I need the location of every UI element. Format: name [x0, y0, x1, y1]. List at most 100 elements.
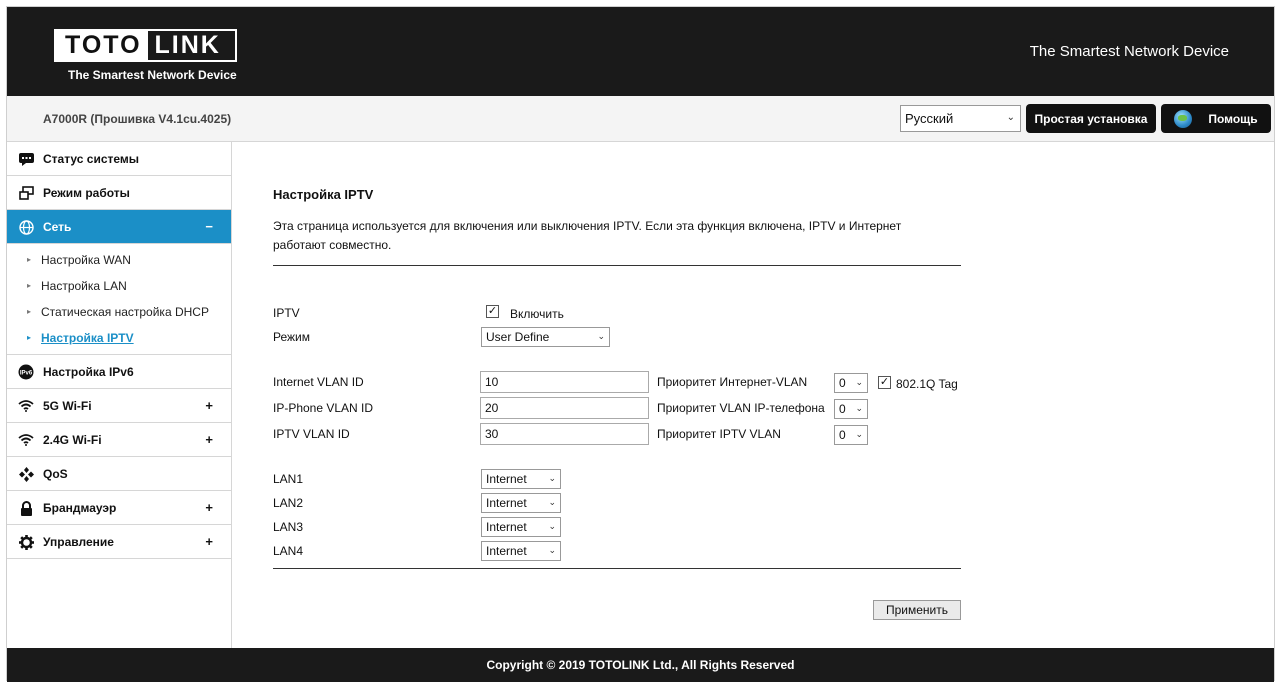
sidebar-item-label: Брандмауэр: [43, 500, 117, 515]
internet-vlan-label: Internet VLAN ID: [273, 375, 364, 389]
divider: [273, 568, 961, 569]
sidebar-item-label: Сеть: [43, 219, 72, 234]
sidebar-item-label: 5G Wi-Fi: [43, 398, 92, 413]
language-value: Русский: [905, 111, 954, 126]
help-label: Помощь: [1208, 111, 1258, 126]
ipphone-vlan-input[interactable]: [480, 397, 649, 419]
mode-icon: [18, 186, 34, 200]
iptv-vlan-priority-label: Приоритет IPTV VLAN: [657, 427, 781, 441]
sub-header: A7000R (Прошивка V4.1cu.4025) Русский ⌄ …: [7, 96, 1274, 142]
iptv-label: IPTV: [273, 306, 300, 320]
iptv-vlan-priority-select[interactable]: 0 ⌄: [834, 425, 868, 445]
sidebar-subitem-iptv[interactable]: Настройка IPTV: [7, 325, 231, 351]
chevron-down-icon: ⌄: [548, 473, 556, 483]
chevron-down-icon: ⌄: [855, 429, 863, 439]
chevron-down-icon: ⌄: [597, 331, 605, 341]
priority-value: 0: [839, 376, 846, 390]
lan-value: Internet: [486, 496, 527, 510]
chevron-down-icon: ⌄: [855, 403, 863, 413]
network-submenu: Настройка WAN Настройка LAN Статическая …: [7, 244, 231, 355]
sidebar-subitem-lan[interactable]: Настройка LAN: [7, 273, 231, 299]
device-model: A7000R (Прошивка V4.1cu.4025): [43, 112, 232, 126]
status-icon: [18, 152, 34, 166]
internet-vlan-input[interactable]: [480, 371, 649, 393]
chevron-down-icon: ⌄: [548, 497, 556, 507]
mode-value: User Define: [486, 330, 550, 344]
iptv-vlan-input[interactable]: [480, 423, 649, 445]
logo-text-left: TOTO: [56, 31, 148, 60]
chevron-down-icon: ⌄: [855, 377, 863, 387]
lan-value: Internet: [486, 472, 527, 486]
lan2-label: LAN2: [273, 496, 304, 510]
sidebar-item-label: Статус системы: [43, 151, 140, 166]
wifi-icon: [18, 433, 34, 447]
header-slogan: The Smartest Network Device: [1029, 43, 1229, 60]
expand-icon[interactable]: +: [205, 432, 213, 447]
wifi-icon: [18, 399, 34, 413]
sidebar-item-label: Настройка IPv6: [43, 364, 134, 379]
copyright-text: Copyright © 2019 TOTOLINK Ltd., All Righ…: [486, 658, 795, 672]
priority-value: 0: [839, 428, 846, 442]
lan1-select[interactable]: Internet ⌄: [481, 469, 561, 489]
sidebar-item-24g-wifi[interactable]: 2.4G Wi-Fi +: [7, 423, 231, 457]
lan4-select[interactable]: Internet ⌄: [481, 541, 561, 561]
collapse-icon[interactable]: −: [205, 219, 213, 234]
ipphone-vlan-priority-select[interactable]: 0 ⌄: [834, 399, 868, 419]
globe-icon: [18, 219, 34, 235]
quick-setup-button[interactable]: Простая установка: [1026, 104, 1156, 133]
help-globe-icon: [1174, 109, 1193, 128]
mode-label: Режим: [273, 330, 310, 344]
page-description: Эта страница используется для включения …: [273, 219, 902, 252]
apply-button[interactable]: Применить: [873, 600, 961, 620]
lan3-select[interactable]: Internet ⌄: [481, 517, 561, 537]
sidebar-item-qos[interactable]: QoS: [7, 457, 231, 491]
chevron-down-icon: ⌄: [1006, 112, 1015, 123]
divider: [273, 265, 961, 266]
svg-text:IPv6: IPv6: [20, 371, 33, 377]
lan-value: Internet: [486, 544, 527, 558]
qos-icon: [18, 466, 34, 482]
footer: Copyright © 2019 TOTOLINK Ltd., All Righ…: [7, 648, 1274, 682]
language-select[interactable]: Русский ⌄: [900, 105, 1021, 132]
gear-icon: [18, 534, 34, 550]
page-title: Настройка IPTV: [273, 187, 374, 202]
ipphone-vlan-label: IP-Phone VLAN ID: [273, 401, 374, 415]
help-button[interactable]: Помощь: [1161, 104, 1271, 133]
expand-icon[interactable]: +: [205, 500, 213, 515]
sidebar-item-label: Управление: [43, 534, 114, 549]
tag-8021q-checkbox[interactable]: ✓: [878, 376, 891, 389]
sidebar-subitem-dhcp[interactable]: Статическая настройка DHCP: [7, 299, 231, 325]
internet-vlan-priority-select[interactable]: 0 ⌄: [834, 373, 868, 393]
main-content: Настройка IPTV Эта страница используется…: [273, 142, 963, 648]
sidebar-subitem-wan[interactable]: Настройка WAN: [7, 247, 231, 273]
sidebar-item-firewall[interactable]: Брандмауэр +: [7, 491, 231, 525]
sidebar-item-5g-wifi[interactable]: 5G Wi-Fi +: [7, 389, 231, 423]
iptv-vlan-label: IPTV VLAN ID: [273, 427, 350, 441]
sidebar-item-system-status[interactable]: Статус системы: [7, 142, 231, 176]
tag-8021q-label: 802.1Q Tag: [896, 377, 958, 391]
lan2-select[interactable]: Internet ⌄: [481, 493, 561, 513]
expand-icon[interactable]: +: [205, 398, 213, 413]
lan1-label: LAN1: [273, 472, 304, 486]
lock-icon: [18, 500, 34, 516]
chevron-down-icon: ⌄: [548, 521, 556, 531]
app-frame: TOTO LINK The Smartest Network Device Th…: [6, 6, 1275, 682]
lan3-label: LAN3: [273, 520, 304, 534]
sidebar-item-network[interactable]: Сеть −: [7, 210, 231, 244]
ipphone-vlan-priority-label: Приоритет VLAN IP-телефона: [657, 401, 825, 415]
chevron-down-icon: ⌄: [548, 545, 556, 555]
ipv6-icon: IPv6: [18, 364, 34, 380]
mode-select[interactable]: User Define ⌄: [481, 327, 610, 347]
enable-label: Включить: [510, 307, 564, 321]
sidebar-item-operation-mode[interactable]: Режим работы: [7, 176, 231, 210]
totolink-logo[interactable]: TOTO LINK The Smartest Network Device: [54, 29, 237, 82]
iptv-enable-checkbox[interactable]: ✓: [486, 305, 499, 318]
sidebar-item-label: Режим работы: [43, 185, 130, 200]
sidebar: Статус системы Режим работы Сеть − Настр…: [7, 142, 232, 648]
sidebar-item-label: 2.4G Wi-Fi: [43, 432, 102, 447]
sidebar-item-management[interactable]: Управление +: [7, 525, 231, 559]
sidebar-item-ipv6[interactable]: IPv6 Настройка IPv6: [7, 355, 231, 389]
expand-icon[interactable]: +: [205, 534, 213, 549]
sidebar-item-label: QoS: [43, 466, 68, 481]
logo-tagline: The Smartest Network Device: [68, 68, 237, 82]
